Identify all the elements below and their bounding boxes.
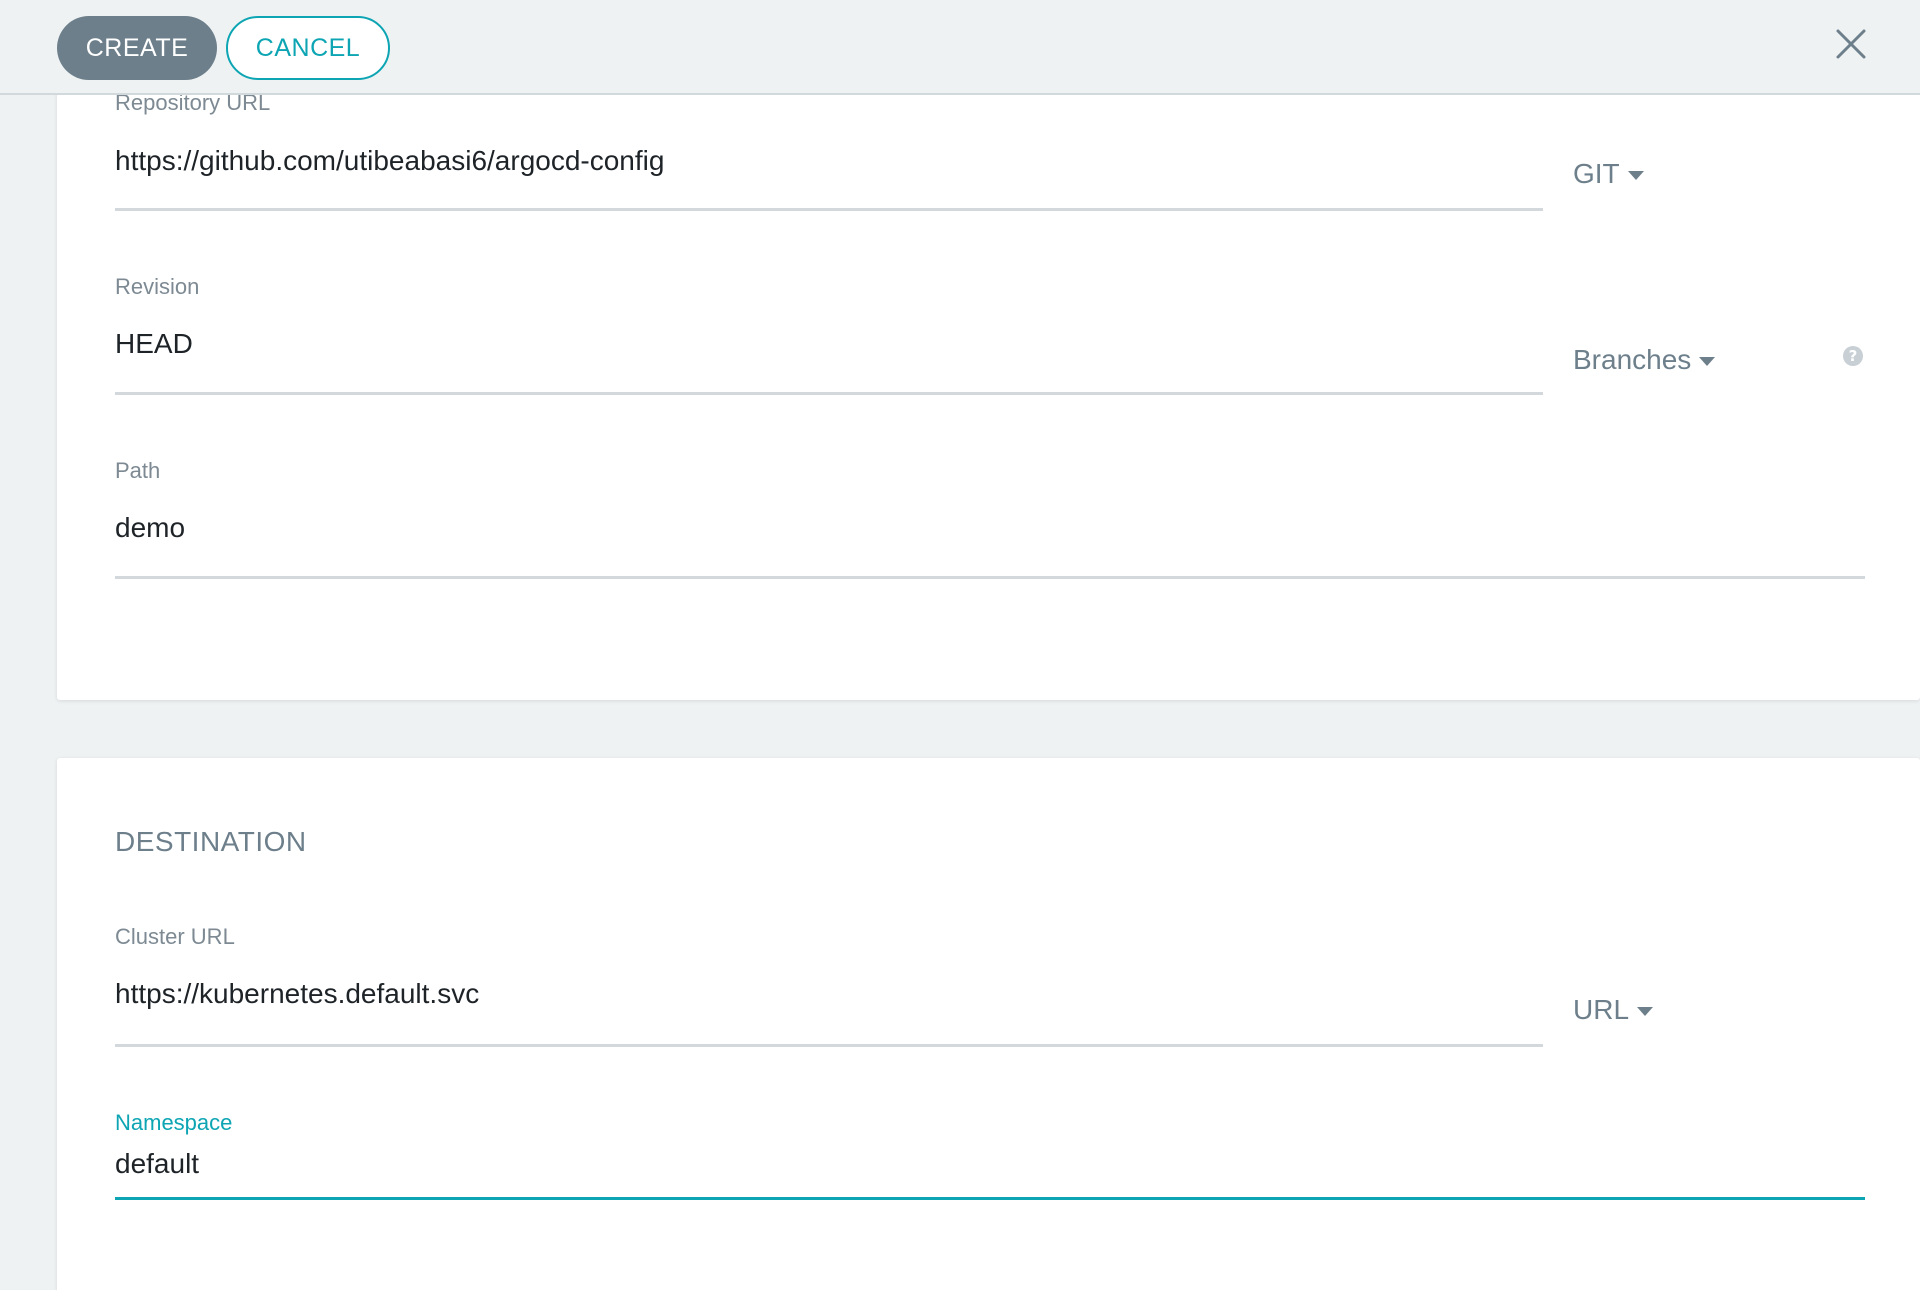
create-button[interactable]: CREATE	[57, 16, 217, 80]
help-circle-icon[interactable]: ?	[1843, 346, 1863, 366]
revision-label: Revision	[115, 274, 200, 299]
cancel-button[interactable]: CANCEL	[226, 16, 390, 80]
cluster-url-underline	[115, 1044, 1543, 1047]
revision-underline	[115, 392, 1543, 395]
cluster-url-label: Cluster URL	[115, 924, 235, 949]
cluster-url-input[interactable]: https://kubernetes.default.svc	[115, 978, 479, 1010]
revision-input[interactable]: HEAD	[115, 328, 193, 360]
namespace-underline	[115, 1197, 1865, 1200]
cluster-type-dropdown[interactable]: URL	[1573, 994, 1654, 1026]
destination-section-title: DESTINATION	[115, 826, 307, 857]
destination-panel: DESTINATION Cluster URL https://kubernet…	[57, 758, 1920, 1290]
top-toolbar: CREATE CANCEL	[0, 0, 1920, 95]
repository-type-dropdown[interactable]: GIT	[1573, 158, 1644, 190]
caret-down-icon	[1627, 171, 1644, 180]
repository-type-value: GIT	[1573, 158, 1620, 189]
namespace-label: Namespace	[115, 1110, 233, 1135]
caret-down-icon	[1699, 357, 1716, 366]
source-panel: Repository URL https://github.com/utibea…	[57, 40, 1920, 700]
path-underline	[115, 576, 1865, 579]
revision-ref-value: Branches	[1573, 344, 1692, 375]
repository-url-underline	[115, 208, 1543, 211]
revision-ref-dropdown[interactable]: Branches	[1573, 344, 1716, 376]
repository-url-input[interactable]: https://github.com/utibeabasi6/argocd-co…	[115, 145, 664, 177]
path-label: Path	[115, 458, 161, 483]
close-icon[interactable]	[1834, 27, 1868, 61]
path-input[interactable]: demo	[115, 512, 185, 544]
caret-down-icon	[1637, 1007, 1654, 1016]
create-application-page: Repository URL https://github.com/utibea…	[0, 0, 1920, 1290]
namespace-input[interactable]: default	[115, 1148, 199, 1180]
cluster-type-value: URL	[1573, 994, 1630, 1025]
